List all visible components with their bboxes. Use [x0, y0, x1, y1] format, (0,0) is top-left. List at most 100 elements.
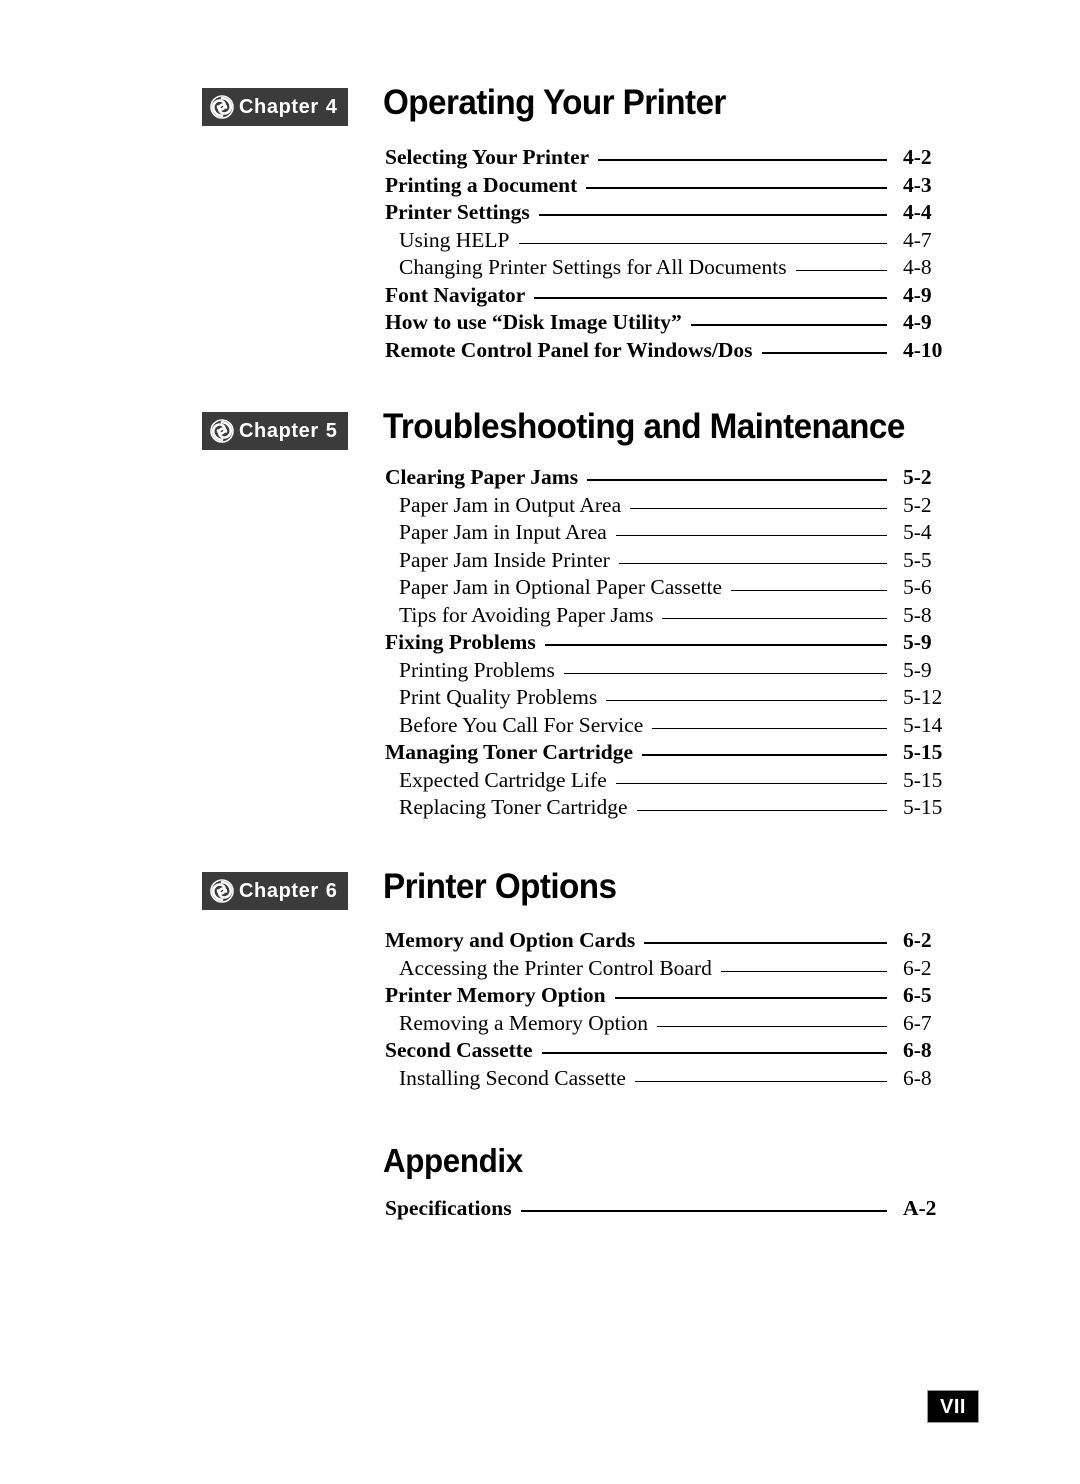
chapter-heading: Chapter 4 Operating Your Printer — [0, 83, 1080, 144]
toc-group: Memory and Option Cards 6-2 Accessing the … — [0, 928, 1080, 1093]
toc-entry[interactable]: Using HELP 4-7 — [0, 228, 1080, 256]
toc-entry-label: Expected Cartridge Life — [399, 767, 607, 792]
toc-entry[interactable]: Selecting Your Printer 4-2 — [0, 145, 1080, 173]
toc-leader-line — [795, 269, 887, 271]
toc-leader-line — [652, 727, 887, 729]
toc-entry-page: 4-8 — [903, 255, 932, 279]
chapter-badge: Chapter 4 — [202, 88, 348, 126]
toc-leader-line — [614, 996, 887, 999]
toc-entry-page: 6-8 — [903, 1038, 932, 1062]
chapter-badge-number: 4 — [325, 96, 337, 118]
toc-entry-label: Using HELP — [399, 227, 510, 252]
toc-leader-line — [615, 782, 887, 784]
toc-entry[interactable]: Printer Settings 4-4 — [0, 200, 1080, 228]
toc-entry-label: Paper Jam Inside Printer — [399, 547, 610, 572]
toc-leader-line — [606, 699, 887, 701]
toc-entry-page: 5-6 — [903, 575, 932, 599]
toc-entry[interactable]: Fixing Problems 5-9 — [0, 630, 1080, 658]
toc-leader-line — [520, 1209, 887, 1212]
page-number-badge: VII — [927, 1390, 979, 1423]
toc-entry-page: 4-9 — [903, 282, 932, 307]
toc-entry-label: Printer Memory Option — [385, 983, 606, 1007]
toc-entry[interactable]: Removing a Memory Option 6-7 — [0, 1011, 1080, 1039]
toc-entry[interactable]: Printing a Document 4-3 — [0, 173, 1080, 201]
toc-entry-page: 5-8 — [903, 602, 932, 627]
toc-entry-label: Removing a Memory Option — [399, 1010, 649, 1035]
toc-entry[interactable]: Replacing Toner Cartridge 5-15 — [0, 795, 1080, 823]
toc-page: Chapter 4 Operating Your Printer Selecting … — [0, 0, 1080, 1484]
toc-entry-label: Font Navigator — [385, 282, 526, 307]
toc-entry-page: 6-2 — [903, 928, 932, 952]
toc-entry-page: 5-9 — [903, 630, 932, 654]
toc-entry-label: Remote Control Panel for Windows/Dos — [385, 337, 753, 362]
toc-leader-line — [518, 242, 887, 244]
chapter-badge-word: Chapter — [239, 880, 319, 902]
toc-entry-page: 5-9 — [903, 657, 932, 682]
toc-entry[interactable]: How to use “Disk Image Utility” 4-9 — [0, 310, 1080, 338]
toc-group: Selecting Your Printer 4-2 Printing a Docu… — [0, 145, 1080, 365]
toc-entry-label: Clearing Paper Jams — [385, 465, 579, 489]
toc-list: Memory and Option Cards 6-2 Accessing the … — [0, 928, 1080, 1093]
toc-entry[interactable]: Paper Jam Inside Printer 5-5 — [0, 548, 1080, 576]
toc-entry[interactable]: Expected Cartridge Life 5-15 — [0, 768, 1080, 796]
toc-entry[interactable]: Changing Printer Settings for All Docume… — [0, 255, 1080, 283]
toc-leader-line — [630, 507, 887, 509]
spiral-swirl-icon — [210, 879, 239, 903]
toc-leader-line — [720, 970, 887, 972]
spiral-swirl-icon — [210, 419, 239, 443]
toc-leader-line — [642, 753, 887, 756]
toc-entry-label: Printing a Document — [385, 172, 578, 197]
toc-entry[interactable]: Paper Jam in Output Area 5-2 — [0, 493, 1080, 521]
toc-entry[interactable]: Printing Problems 5-9 — [0, 658, 1080, 686]
toc-entry-label: Before You Call For Service — [399, 712, 644, 737]
toc-entry[interactable]: Print Quality Problems 5-12 — [0, 685, 1080, 713]
toc-entry[interactable]: Accessing the Printer Control Board 6-2 — [0, 956, 1080, 984]
toc-entry[interactable]: Installing Second Cassette 6-8 — [0, 1066, 1080, 1094]
chapter-badge: Chapter 5 — [202, 412, 348, 450]
toc-entry-page: 5-15 — [903, 795, 943, 819]
chapter-title: Troubleshooting and Maintenance — [383, 407, 905, 446]
chapter-heading: Chapter 5 Troubleshooting and Maintenance — [0, 407, 1080, 468]
toc-entry[interactable]: Managing Toner Cartridge 5-15 — [0, 740, 1080, 768]
toc-entry[interactable]: Remote Control Panel for Windows/Dos 4-10 — [0, 338, 1080, 366]
toc-entry[interactable]: Font Navigator 4-9 — [0, 283, 1080, 311]
chapter-title: Printer Options — [383, 867, 617, 906]
toc-entry-label: Changing Printer Settings for All Docume… — [399, 255, 787, 279]
toc-entry[interactable]: Printer Memory Option 6-5 — [0, 983, 1080, 1011]
toc-entry[interactable]: Second Cassette 6-8 — [0, 1038, 1080, 1066]
toc-entry-page: 4-4 — [903, 200, 932, 224]
toc-entry-page: 5-14 — [903, 712, 943, 737]
chapter-heading: Appendix — [0, 1140, 1080, 1196]
toc-entry[interactable]: Specifications A-2 — [0, 1196, 1080, 1224]
toc-entry-page: 6-5 — [903, 983, 932, 1007]
toc-entry-page: 6-7 — [903, 1010, 932, 1035]
toc-entry-label: Accessing the Printer Control Board — [399, 955, 712, 980]
toc-entry-label: Installing Second Cassette — [399, 1065, 626, 1090]
toc-entry-label: Second Cassette — [385, 1038, 533, 1062]
chapter-badge-word: Chapter — [239, 420, 319, 442]
toc-group: Clearing Paper Jams 5-2 Paper Jam in Outpu… — [0, 465, 1080, 823]
toc-entry-label: Paper Jam in Optional Paper Cassette — [399, 575, 723, 599]
toc-entry-page: 4-3 — [903, 172, 932, 197]
toc-entry[interactable]: Clearing Paper Jams 5-2 — [0, 465, 1080, 493]
toc-entry-label: Fixing Problems — [385, 630, 536, 654]
toc-leader-line — [618, 562, 887, 564]
toc-entry[interactable]: Memory and Option Cards 6-2 — [0, 928, 1080, 956]
chapter-badge-word: Chapter — [239, 96, 319, 118]
toc-entry-page: 5-12 — [903, 685, 943, 709]
chapter-heading: Chapter 6 Printer Options — [0, 867, 1080, 928]
toc-entry[interactable]: Paper Jam in Input Area 5-4 — [0, 520, 1080, 548]
toc-entry-page: A-2 — [903, 1196, 937, 1220]
toc-entry[interactable]: Paper Jam in Optional Paper Cassette 5-6 — [0, 575, 1080, 603]
toc-entry-label: Memory and Option Cards — [385, 928, 636, 952]
toc-entry[interactable]: Before You Call For Service 5-14 — [0, 713, 1080, 741]
toc-leader-line — [541, 1051, 887, 1054]
toc-list: Specifications A-2 — [0, 1196, 1080, 1224]
toc-leader-line — [761, 351, 887, 354]
chapter-badge-number: 5 — [325, 420, 337, 442]
chapter-section: Chapter 6 Printer Options — [0, 867, 1080, 928]
toc-entry-page: 6-8 — [903, 1065, 932, 1090]
toc-entry[interactable]: Tips for Avoiding Paper Jams 5-8 — [0, 603, 1080, 631]
chapter-badge-number: 6 — [325, 880, 337, 902]
toc-leader-line — [563, 672, 887, 674]
